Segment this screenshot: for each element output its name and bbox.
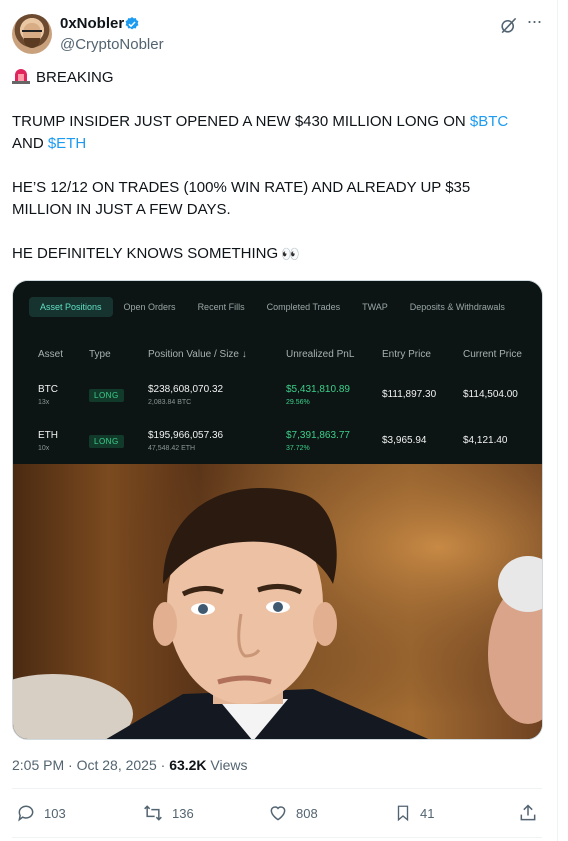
tweet-line: TRUMP INSIDER JUST OPENED A NEW $430 MIL… [12, 113, 470, 130]
repost-button[interactable]: 136 [142, 803, 194, 823]
tab-completed-trades[interactable]: Completed Trades [256, 297, 352, 317]
tab-open-orders[interactable]: Open Orders [113, 297, 187, 317]
heart-icon [270, 806, 286, 821]
more-options-icon[interactable]: ··· [524, 12, 544, 34]
tab-twap[interactable]: TWAP [351, 297, 399, 317]
header-current: Current Price [463, 349, 522, 360]
tweet-line: HE’S 12/12 ON TRADES (100% WIN RATE) AND… [12, 179, 471, 218]
eyes-emoji: 👀 [281, 246, 300, 263]
like-count: 808 [296, 805, 318, 821]
header-type: Type [89, 349, 111, 360]
avatar-beard [24, 38, 40, 48]
verified-badge-icon[interactable] [124, 16, 140, 32]
row-eth-current: $4,121.40 [463, 435, 508, 446]
portrait-illustration [13, 464, 542, 739]
row-eth-leverage: 10x [38, 445, 50, 452]
row-eth-type-badge: LONG [89, 435, 124, 448]
row-btc-type-badge: LONG [89, 389, 124, 402]
panel-tabs: Asset Positions Open Orders Recent Fills… [29, 297, 516, 317]
row-btc-entry: $111,897.30 [382, 389, 437, 400]
header-pnl: Unrealized PnL [286, 349, 355, 360]
row-btc-pnl-pct: 29.56% [286, 399, 310, 406]
reply-button[interactable]: 103 [16, 803, 66, 823]
bookmark-count: 41 [420, 805, 435, 821]
row-btc-current: $114,504.00 [463, 389, 518, 400]
share-icon [520, 804, 536, 821]
row-btc-asset: BTC [38, 384, 58, 395]
row-eth-pnl-pct: 37.72% [286, 445, 310, 452]
tab-deposits-withdrawals[interactable]: Deposits & Withdrawals [399, 297, 516, 317]
reply-icon [18, 805, 34, 822]
repost-icon [144, 805, 162, 821]
row-eth-size: 47,548.42 ETH [148, 445, 196, 452]
reply-count: 103 [44, 805, 66, 821]
bookmark-icon [397, 805, 409, 822]
header-position[interactable]: Position Value / Size ↓ [148, 349, 247, 360]
tweet-line: AND [12, 135, 48, 152]
row-btc-leverage: 13x [38, 399, 50, 406]
avatar[interactable] [12, 14, 52, 54]
share-button[interactable] [518, 803, 546, 823]
portrait-photo [13, 464, 542, 739]
column-border [557, 0, 558, 841]
tab-asset-positions[interactable]: Asset Positions [29, 297, 113, 317]
row-eth-pnl: $7,391,863.77 [286, 430, 350, 441]
like-button[interactable]: 808 [268, 803, 318, 823]
row-btc-value: $238,608,070.32 [148, 384, 224, 395]
row-eth-entry: $3,965.94 [382, 435, 427, 446]
avatar-glasses [22, 30, 42, 37]
tweet-timestamp[interactable]: 2:05 PM · Oct 28, 2025 · 63.2K Views [12, 757, 248, 773]
siren-emoji-icon [12, 69, 30, 84]
tab-recent-fills[interactable]: Recent Fills [187, 297, 256, 317]
row-btc-pnl: $5,431,810.89 [286, 384, 350, 395]
views-count: 63.2K [169, 757, 207, 773]
display-name[interactable]: 0xNobler [60, 15, 124, 32]
header-asset: Asset [38, 349, 64, 360]
row-btc-size: 2,083.84 BTC [148, 399, 192, 406]
row-eth-asset: ETH [38, 430, 58, 441]
views-label: Views [206, 757, 248, 773]
eth-cashtag-link[interactable]: $ETH [48, 135, 86, 152]
repost-count: 136 [172, 805, 194, 821]
tweet-media[interactable]: Asset Positions Open Orders Recent Fills… [12, 280, 543, 740]
divider [12, 837, 542, 838]
timestamp-text[interactable]: 2:05 PM · Oct 28, 2025 · [12, 757, 169, 773]
positions-panel: Asset Positions Open Orders Recent Fills… [13, 281, 542, 464]
tweet-text: BREAKING TRUMP INSIDER JUST OPENED A NEW… [12, 65, 542, 266]
tweet-line: HE DEFINITELY KNOWS SOMETHING [12, 245, 279, 262]
divider [12, 788, 542, 789]
grok-icon[interactable] [499, 16, 518, 35]
btc-cashtag-link[interactable]: $BTC [470, 113, 508, 130]
row-eth-value: $195,966,057.36 [148, 430, 224, 441]
bookmark-button[interactable]: 41 [394, 803, 434, 823]
header-entry: Entry Price [382, 349, 431, 360]
user-handle[interactable]: @CryptoNobler [60, 36, 164, 53]
breaking-label: BREAKING [36, 69, 114, 86]
